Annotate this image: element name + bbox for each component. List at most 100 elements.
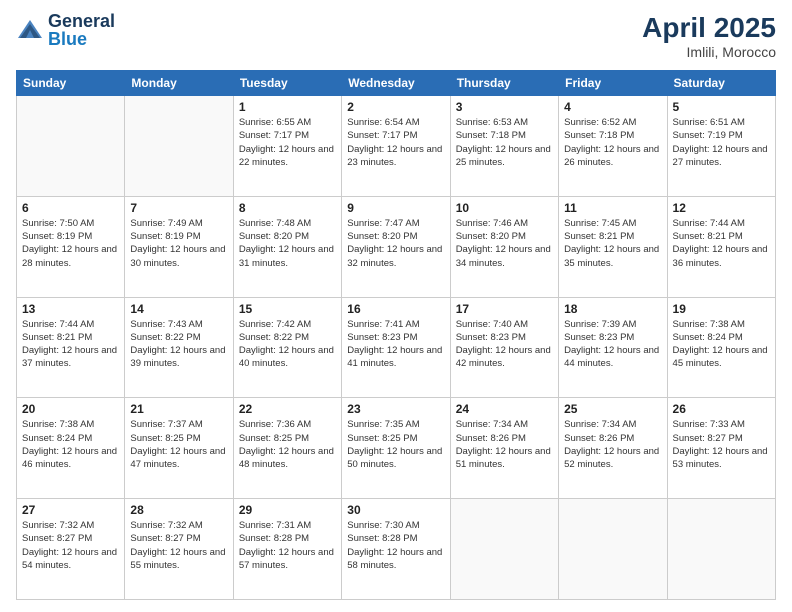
table-row: 13 Sunrise: 7:44 AM Sunset: 8:21 PM Dayl…	[17, 297, 125, 398]
sunset-text: Sunset: 8:27 PM	[130, 533, 200, 544]
daylight-text: Daylight: 12 hours and 51 minutes.	[456, 446, 551, 470]
daylight-text: Daylight: 12 hours and 41 minutes.	[347, 345, 442, 369]
table-row: 28 Sunrise: 7:32 AM Sunset: 8:27 PM Dayl…	[125, 499, 233, 600]
sunset-text: Sunset: 8:20 PM	[456, 231, 526, 242]
sunset-text: Sunset: 7:17 PM	[239, 130, 309, 141]
table-row	[125, 96, 233, 197]
day-info: Sunrise: 7:50 AM Sunset: 8:19 PM Dayligh…	[22, 217, 119, 270]
day-info: Sunrise: 7:32 AM Sunset: 8:27 PM Dayligh…	[130, 519, 227, 572]
day-number: 5	[673, 100, 770, 114]
daylight-text: Daylight: 12 hours and 54 minutes.	[22, 547, 117, 571]
table-row: 29 Sunrise: 7:31 AM Sunset: 8:28 PM Dayl…	[233, 499, 341, 600]
daylight-text: Daylight: 12 hours and 31 minutes.	[239, 244, 334, 268]
day-info: Sunrise: 7:31 AM Sunset: 8:28 PM Dayligh…	[239, 519, 336, 572]
daylight-text: Daylight: 12 hours and 52 minutes.	[564, 446, 659, 470]
table-row: 14 Sunrise: 7:43 AM Sunset: 8:22 PM Dayl…	[125, 297, 233, 398]
sunrise-text: Sunrise: 6:54 AM	[347, 117, 419, 128]
day-info: Sunrise: 7:42 AM Sunset: 8:22 PM Dayligh…	[239, 318, 336, 371]
day-info: Sunrise: 6:51 AM Sunset: 7:19 PM Dayligh…	[673, 116, 770, 169]
table-row: 27 Sunrise: 7:32 AM Sunset: 8:27 PM Dayl…	[17, 499, 125, 600]
daylight-text: Daylight: 12 hours and 35 minutes.	[564, 244, 659, 268]
sunrise-text: Sunrise: 7:44 AM	[22, 319, 94, 330]
daylight-text: Daylight: 12 hours and 32 minutes.	[347, 244, 442, 268]
day-info: Sunrise: 6:52 AM Sunset: 7:18 PM Dayligh…	[564, 116, 661, 169]
day-info: Sunrise: 7:36 AM Sunset: 8:25 PM Dayligh…	[239, 418, 336, 471]
daylight-text: Daylight: 12 hours and 30 minutes.	[130, 244, 225, 268]
sunset-text: Sunset: 8:20 PM	[239, 231, 309, 242]
daylight-text: Daylight: 12 hours and 40 minutes.	[239, 345, 334, 369]
sunrise-text: Sunrise: 7:31 AM	[239, 520, 311, 531]
sunset-text: Sunset: 7:18 PM	[456, 130, 526, 141]
col-thursday: Thursday	[450, 71, 558, 96]
day-number: 17	[456, 302, 553, 316]
sunrise-text: Sunrise: 7:47 AM	[347, 218, 419, 229]
calendar-header-row: Sunday Monday Tuesday Wednesday Thursday…	[17, 71, 776, 96]
table-row: 3 Sunrise: 6:53 AM Sunset: 7:18 PM Dayli…	[450, 96, 558, 197]
daylight-text: Daylight: 12 hours and 46 minutes.	[22, 446, 117, 470]
sunset-text: Sunset: 8:25 PM	[347, 433, 417, 444]
sunrise-text: Sunrise: 7:44 AM	[673, 218, 745, 229]
daylight-text: Daylight: 12 hours and 23 minutes.	[347, 144, 442, 168]
table-row: 6 Sunrise: 7:50 AM Sunset: 8:19 PM Dayli…	[17, 196, 125, 297]
table-row: 26 Sunrise: 7:33 AM Sunset: 8:27 PM Dayl…	[667, 398, 775, 499]
day-number: 28	[130, 503, 227, 517]
sunset-text: Sunset: 8:27 PM	[22, 533, 92, 544]
daylight-text: Daylight: 12 hours and 28 minutes.	[22, 244, 117, 268]
day-number: 13	[22, 302, 119, 316]
day-number: 12	[673, 201, 770, 215]
day-number: 14	[130, 302, 227, 316]
sunset-text: Sunset: 7:18 PM	[564, 130, 634, 141]
table-row	[667, 499, 775, 600]
sunrise-text: Sunrise: 7:41 AM	[347, 319, 419, 330]
table-row: 25 Sunrise: 7:34 AM Sunset: 8:26 PM Dayl…	[559, 398, 667, 499]
sunrise-text: Sunrise: 7:50 AM	[22, 218, 94, 229]
day-info: Sunrise: 6:54 AM Sunset: 7:17 PM Dayligh…	[347, 116, 444, 169]
sunrise-text: Sunrise: 7:49 AM	[130, 218, 202, 229]
day-number: 16	[347, 302, 444, 316]
sunset-text: Sunset: 7:17 PM	[347, 130, 417, 141]
day-number: 1	[239, 100, 336, 114]
table-row: 24 Sunrise: 7:34 AM Sunset: 8:26 PM Dayl…	[450, 398, 558, 499]
sunrise-text: Sunrise: 7:46 AM	[456, 218, 528, 229]
day-number: 9	[347, 201, 444, 215]
daylight-text: Daylight: 12 hours and 37 minutes.	[22, 345, 117, 369]
header: General Blue April 2025 Imlili, Morocco	[16, 12, 776, 60]
day-info: Sunrise: 6:53 AM Sunset: 7:18 PM Dayligh…	[456, 116, 553, 169]
day-number: 26	[673, 402, 770, 416]
calendar-week-4: 20 Sunrise: 7:38 AM Sunset: 8:24 PM Dayl…	[17, 398, 776, 499]
sunset-text: Sunset: 8:20 PM	[347, 231, 417, 242]
day-number: 20	[22, 402, 119, 416]
day-info: Sunrise: 7:44 AM Sunset: 8:21 PM Dayligh…	[22, 318, 119, 371]
table-row: 2 Sunrise: 6:54 AM Sunset: 7:17 PM Dayli…	[342, 96, 450, 197]
table-row: 19 Sunrise: 7:38 AM Sunset: 8:24 PM Dayl…	[667, 297, 775, 398]
day-number: 24	[456, 402, 553, 416]
sunset-text: Sunset: 8:25 PM	[239, 433, 309, 444]
day-info: Sunrise: 7:44 AM Sunset: 8:21 PM Dayligh…	[673, 217, 770, 270]
day-number: 6	[22, 201, 119, 215]
calendar-week-5: 27 Sunrise: 7:32 AM Sunset: 8:27 PM Dayl…	[17, 499, 776, 600]
daylight-text: Daylight: 12 hours and 45 minutes.	[673, 345, 768, 369]
sunrise-text: Sunrise: 7:40 AM	[456, 319, 528, 330]
day-number: 30	[347, 503, 444, 517]
sunrise-text: Sunrise: 7:33 AM	[673, 419, 745, 430]
sunrise-text: Sunrise: 7:34 AM	[564, 419, 636, 430]
sunset-text: Sunset: 8:28 PM	[239, 533, 309, 544]
day-info: Sunrise: 7:47 AM Sunset: 8:20 PM Dayligh…	[347, 217, 444, 270]
daylight-text: Daylight: 12 hours and 53 minutes.	[673, 446, 768, 470]
sunrise-text: Sunrise: 7:43 AM	[130, 319, 202, 330]
sunrise-text: Sunrise: 6:51 AM	[673, 117, 745, 128]
table-row: 10 Sunrise: 7:46 AM Sunset: 8:20 PM Dayl…	[450, 196, 558, 297]
daylight-text: Daylight: 12 hours and 26 minutes.	[564, 144, 659, 168]
col-sunday: Sunday	[17, 71, 125, 96]
table-row: 9 Sunrise: 7:47 AM Sunset: 8:20 PM Dayli…	[342, 196, 450, 297]
daylight-text: Daylight: 12 hours and 34 minutes.	[456, 244, 551, 268]
day-number: 21	[130, 402, 227, 416]
title-location: Imlili, Morocco	[642, 44, 776, 60]
col-monday: Monday	[125, 71, 233, 96]
daylight-text: Daylight: 12 hours and 57 minutes.	[239, 547, 334, 571]
table-row: 7 Sunrise: 7:49 AM Sunset: 8:19 PM Dayli…	[125, 196, 233, 297]
day-number: 18	[564, 302, 661, 316]
day-info: Sunrise: 7:30 AM Sunset: 8:28 PM Dayligh…	[347, 519, 444, 572]
calendar-week-1: 1 Sunrise: 6:55 AM Sunset: 7:17 PM Dayli…	[17, 96, 776, 197]
day-info: Sunrise: 7:32 AM Sunset: 8:27 PM Dayligh…	[22, 519, 119, 572]
